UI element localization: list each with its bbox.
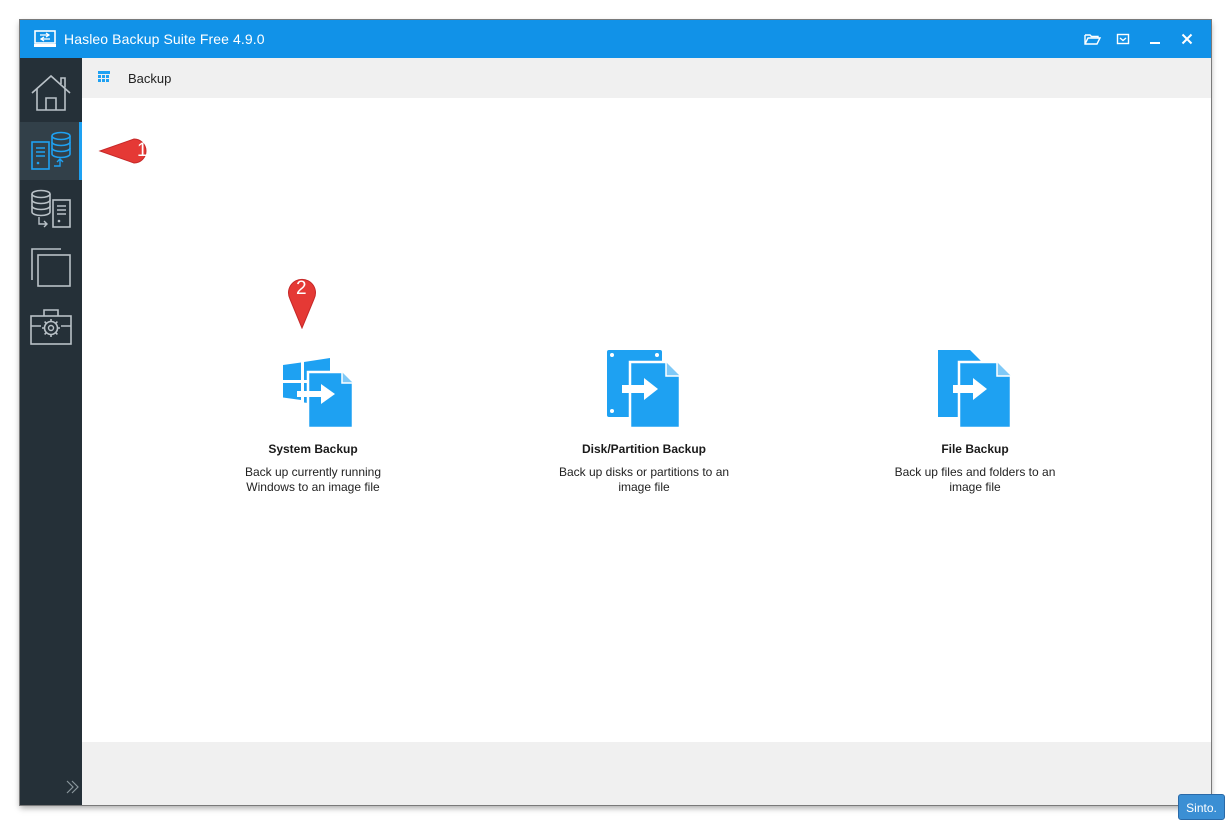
annotation-callout-2: 2	[283, 273, 321, 329]
expand-sidebar-icon[interactable]	[64, 778, 80, 796]
home-icon	[31, 74, 71, 111]
menu-icon[interactable]	[1112, 29, 1134, 49]
option-title: Disk/Partition Backup	[581, 442, 707, 456]
system-backup-option[interactable]: System Backup Back up currently running …	[193, 350, 433, 500]
close-icon[interactable]	[1176, 29, 1198, 49]
app-window: Hasleo Backup Suite Free 4.9.0 Backup Sy…	[20, 20, 1211, 805]
folder-open-icon[interactable]	[1081, 29, 1103, 49]
watermark-badge: Sinto.	[1178, 794, 1225, 820]
page-header: Backup	[82, 58, 1211, 98]
disk-partition-backup-option[interactable]: Disk/Partition Backup Back up disks or p…	[524, 350, 764, 500]
clone-icon	[31, 248, 71, 287]
sidebar-item-home[interactable]	[20, 64, 82, 122]
annotation-callout-1: 1	[98, 132, 166, 170]
sidebar-item-restore[interactable]	[20, 180, 82, 238]
sidebar-item-tools[interactable]	[20, 296, 82, 354]
sidebar	[20, 58, 82, 805]
callout-marker-icon	[98, 138, 147, 164]
grid-icon	[98, 71, 110, 82]
option-description: Back up files and folders to an image fi…	[894, 465, 1056, 494]
restore-icon	[31, 189, 71, 228]
option-description: Back up currently running Windows to an …	[244, 465, 382, 494]
disk-backup-icon	[607, 350, 682, 430]
file-backup-option[interactable]: File Backup Back up files and folders to…	[855, 350, 1095, 500]
callout-number: 2	[296, 278, 307, 299]
toolbox-icon	[30, 309, 72, 345]
page-title: Backup	[128, 71, 172, 86]
callout-number: 1	[137, 140, 148, 161]
system-backup-icon	[283, 358, 355, 430]
backup-icon	[31, 131, 71, 170]
window-title: Hasleo Backup Suite Free 4.9.0	[64, 31, 265, 47]
app-logo-icon	[34, 30, 56, 47]
minimize-icon[interactable]	[1144, 29, 1166, 49]
file-backup-icon	[938, 350, 1013, 430]
option-title: System Backup	[268, 442, 358, 456]
sidebar-item-backup[interactable]	[20, 122, 82, 180]
title-bar[interactable]: Hasleo Backup Suite Free 4.9.0	[20, 20, 1211, 58]
sidebar-item-clone[interactable]	[20, 238, 82, 296]
footer-bar	[82, 742, 1211, 805]
option-title: File Backup	[941, 442, 1009, 456]
option-description: Back up disks or partitions to an image …	[558, 465, 730, 494]
main-content: System Backup Back up currently running …	[82, 98, 1211, 742]
